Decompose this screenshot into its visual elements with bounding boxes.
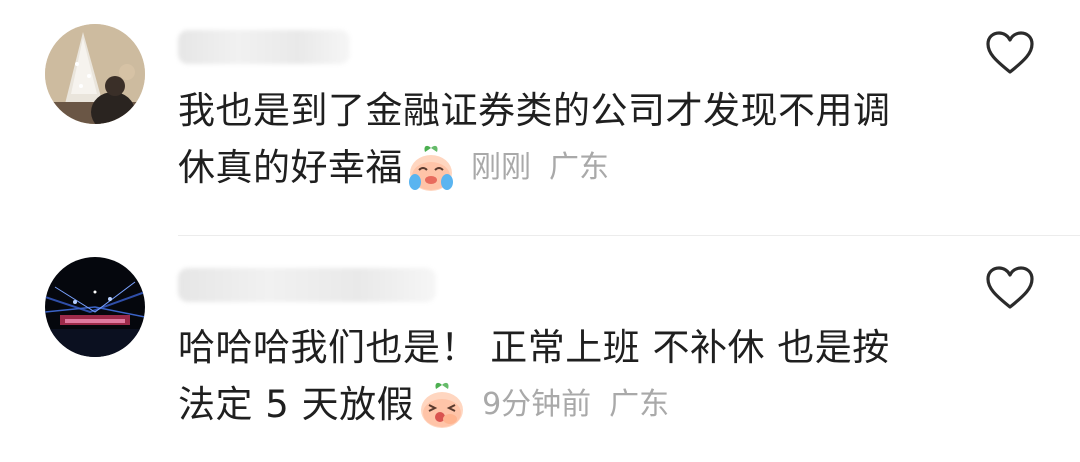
like-button[interactable] — [985, 265, 1035, 311]
comment-text-line-2: 法定 5 天放假 9分钟前 广东 — [178, 376, 978, 433]
username-blurred[interactable] — [178, 268, 436, 302]
comment-text-line-2-text: 法定 5 天放假 — [178, 383, 415, 426]
user-avatar[interactable] — [45, 257, 145, 357]
comment-text: 哈哈哈我们也是！ 正常上班 不补休 也是按 法定 5 天放假 9分钟前 广东 — [178, 319, 978, 433]
comment-location: 广东 — [609, 387, 670, 422]
comment-location: 广东 — [549, 150, 609, 185]
avatar-image — [45, 24, 145, 124]
comment-text: 我也是到了金融证券类的公司才发现不用调 休真的好幸福 刚刚 广东 — [178, 82, 978, 196]
comment-time: 9分钟前 — [482, 387, 592, 422]
comment-meta: 刚刚 广东 — [471, 139, 609, 196]
crying-peach-emoji-icon — [405, 142, 457, 194]
comment-time: 刚刚 — [471, 150, 531, 185]
laughing-peach-emoji-icon — [416, 379, 468, 431]
like-button[interactable] — [985, 30, 1035, 76]
heart-outline-icon — [986, 31, 1034, 74]
heart-outline-icon — [986, 266, 1034, 309]
comment-text-line-1: 我也是到了金融证券类的公司才发现不用调 — [178, 89, 891, 132]
comment-text-line-1: 哈哈哈我们也是！ 正常上班 不补休 也是按 — [178, 326, 890, 369]
comment-text-line-2: 休真的好幸福 刚刚 广东 — [178, 139, 978, 196]
user-avatar[interactable] — [45, 24, 145, 124]
avatar-image — [45, 257, 145, 357]
comment-meta: 9分钟前 广东 — [482, 376, 669, 433]
comment-text-line-2-text: 休真的好幸福 — [178, 146, 403, 189]
comment-divider — [178, 235, 1080, 236]
username-blurred[interactable] — [178, 30, 350, 64]
